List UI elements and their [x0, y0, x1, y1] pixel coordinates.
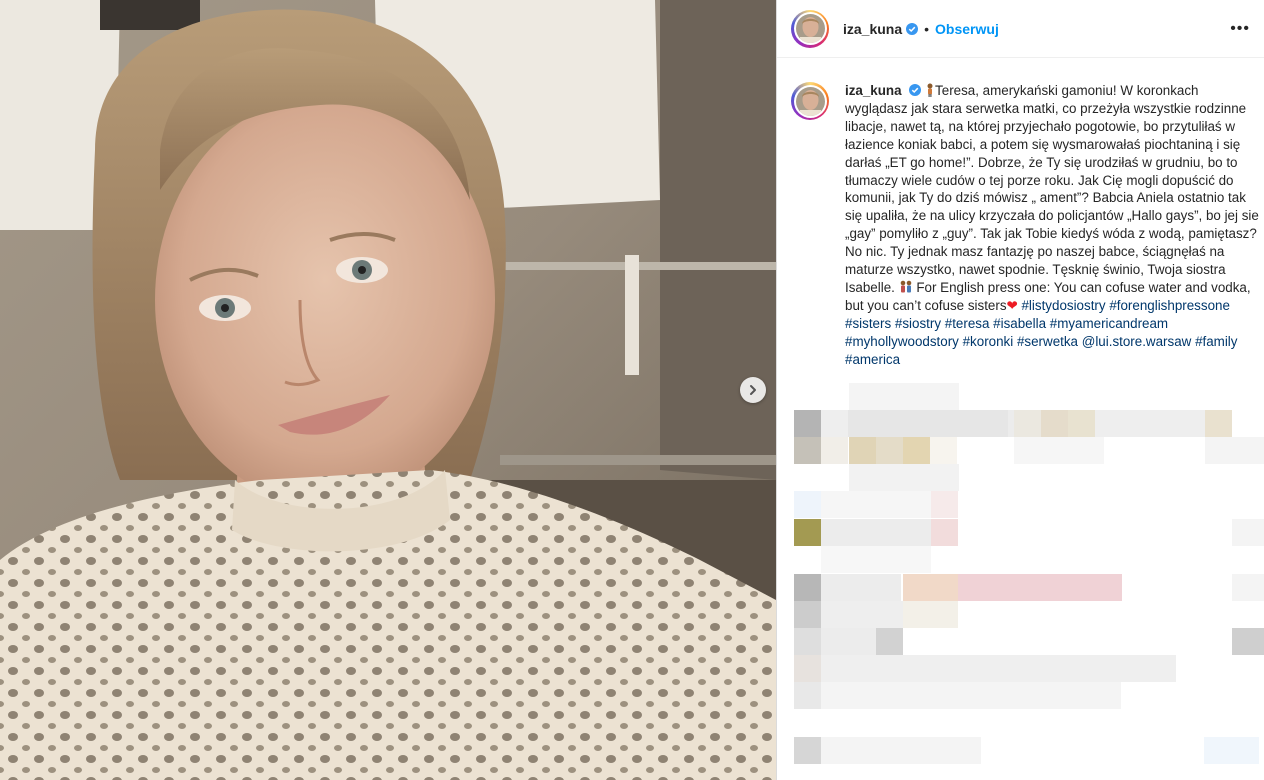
hashtag[interactable]: #myhollywoodstory [845, 334, 959, 349]
hashtag[interactable]: #isabella [993, 316, 1046, 331]
separator-dot: • [924, 20, 930, 37]
two-women-emoji-icon [900, 280, 911, 293]
post-photo [0, 0, 776, 780]
avatar[interactable] [791, 9, 829, 48]
chevron-right-icon [750, 385, 756, 395]
red-heart-emoji-icon: ❤ [1006, 297, 1018, 313]
caption-main-text: Teresa, amerykański gamoniu! W koronkach… [845, 83, 1259, 295]
caption-avatar[interactable] [791, 82, 829, 120]
hashtag[interactable]: #serwetka [1017, 334, 1078, 349]
follow-button[interactable]: Obserwuj [935, 21, 999, 37]
caption-username[interactable]: iza_kuna [845, 83, 902, 98]
post-image [0, 0, 776, 780]
comments-pixelated [794, 383, 1264, 780]
hashtag[interactable]: #koronki [963, 334, 1014, 349]
hashtag[interactable]: #teresa [945, 316, 990, 331]
hashtag[interactable]: #siostry [895, 316, 941, 331]
hashtag[interactable]: #forenglishpressone [1109, 298, 1230, 313]
mention[interactable]: @lui.store.warsaw [1082, 334, 1192, 349]
more-options-button[interactable]: ••• [1230, 20, 1250, 38]
verified-badge-icon [906, 22, 919, 35]
avatar-image [795, 14, 825, 43]
pixelated-comments-image [794, 383, 1264, 764]
hashtag[interactable]: #america [845, 352, 900, 367]
hashtag[interactable]: #sisters [845, 316, 891, 331]
hashtag[interactable]: #listydosiostry [1021, 298, 1105, 313]
avatar-image [795, 86, 825, 116]
caption-text: iza_kuna Teresa, amerykański gamoniu! W … [845, 82, 1259, 369]
post-author-username[interactable]: iza_kuna [843, 21, 902, 37]
verified-badge-icon [909, 84, 922, 96]
post-header: iza_kuna • Obserwuj ••• [777, 0, 1264, 58]
hashtag[interactable]: #myamericandream [1050, 316, 1168, 331]
post-caption: iza_kuna Teresa, amerykański gamoniu! W … [791, 82, 1261, 369]
woman-emoji-icon [927, 83, 933, 97]
hashtag[interactable]: #family [1195, 334, 1237, 349]
next-photo-button[interactable] [740, 377, 766, 403]
